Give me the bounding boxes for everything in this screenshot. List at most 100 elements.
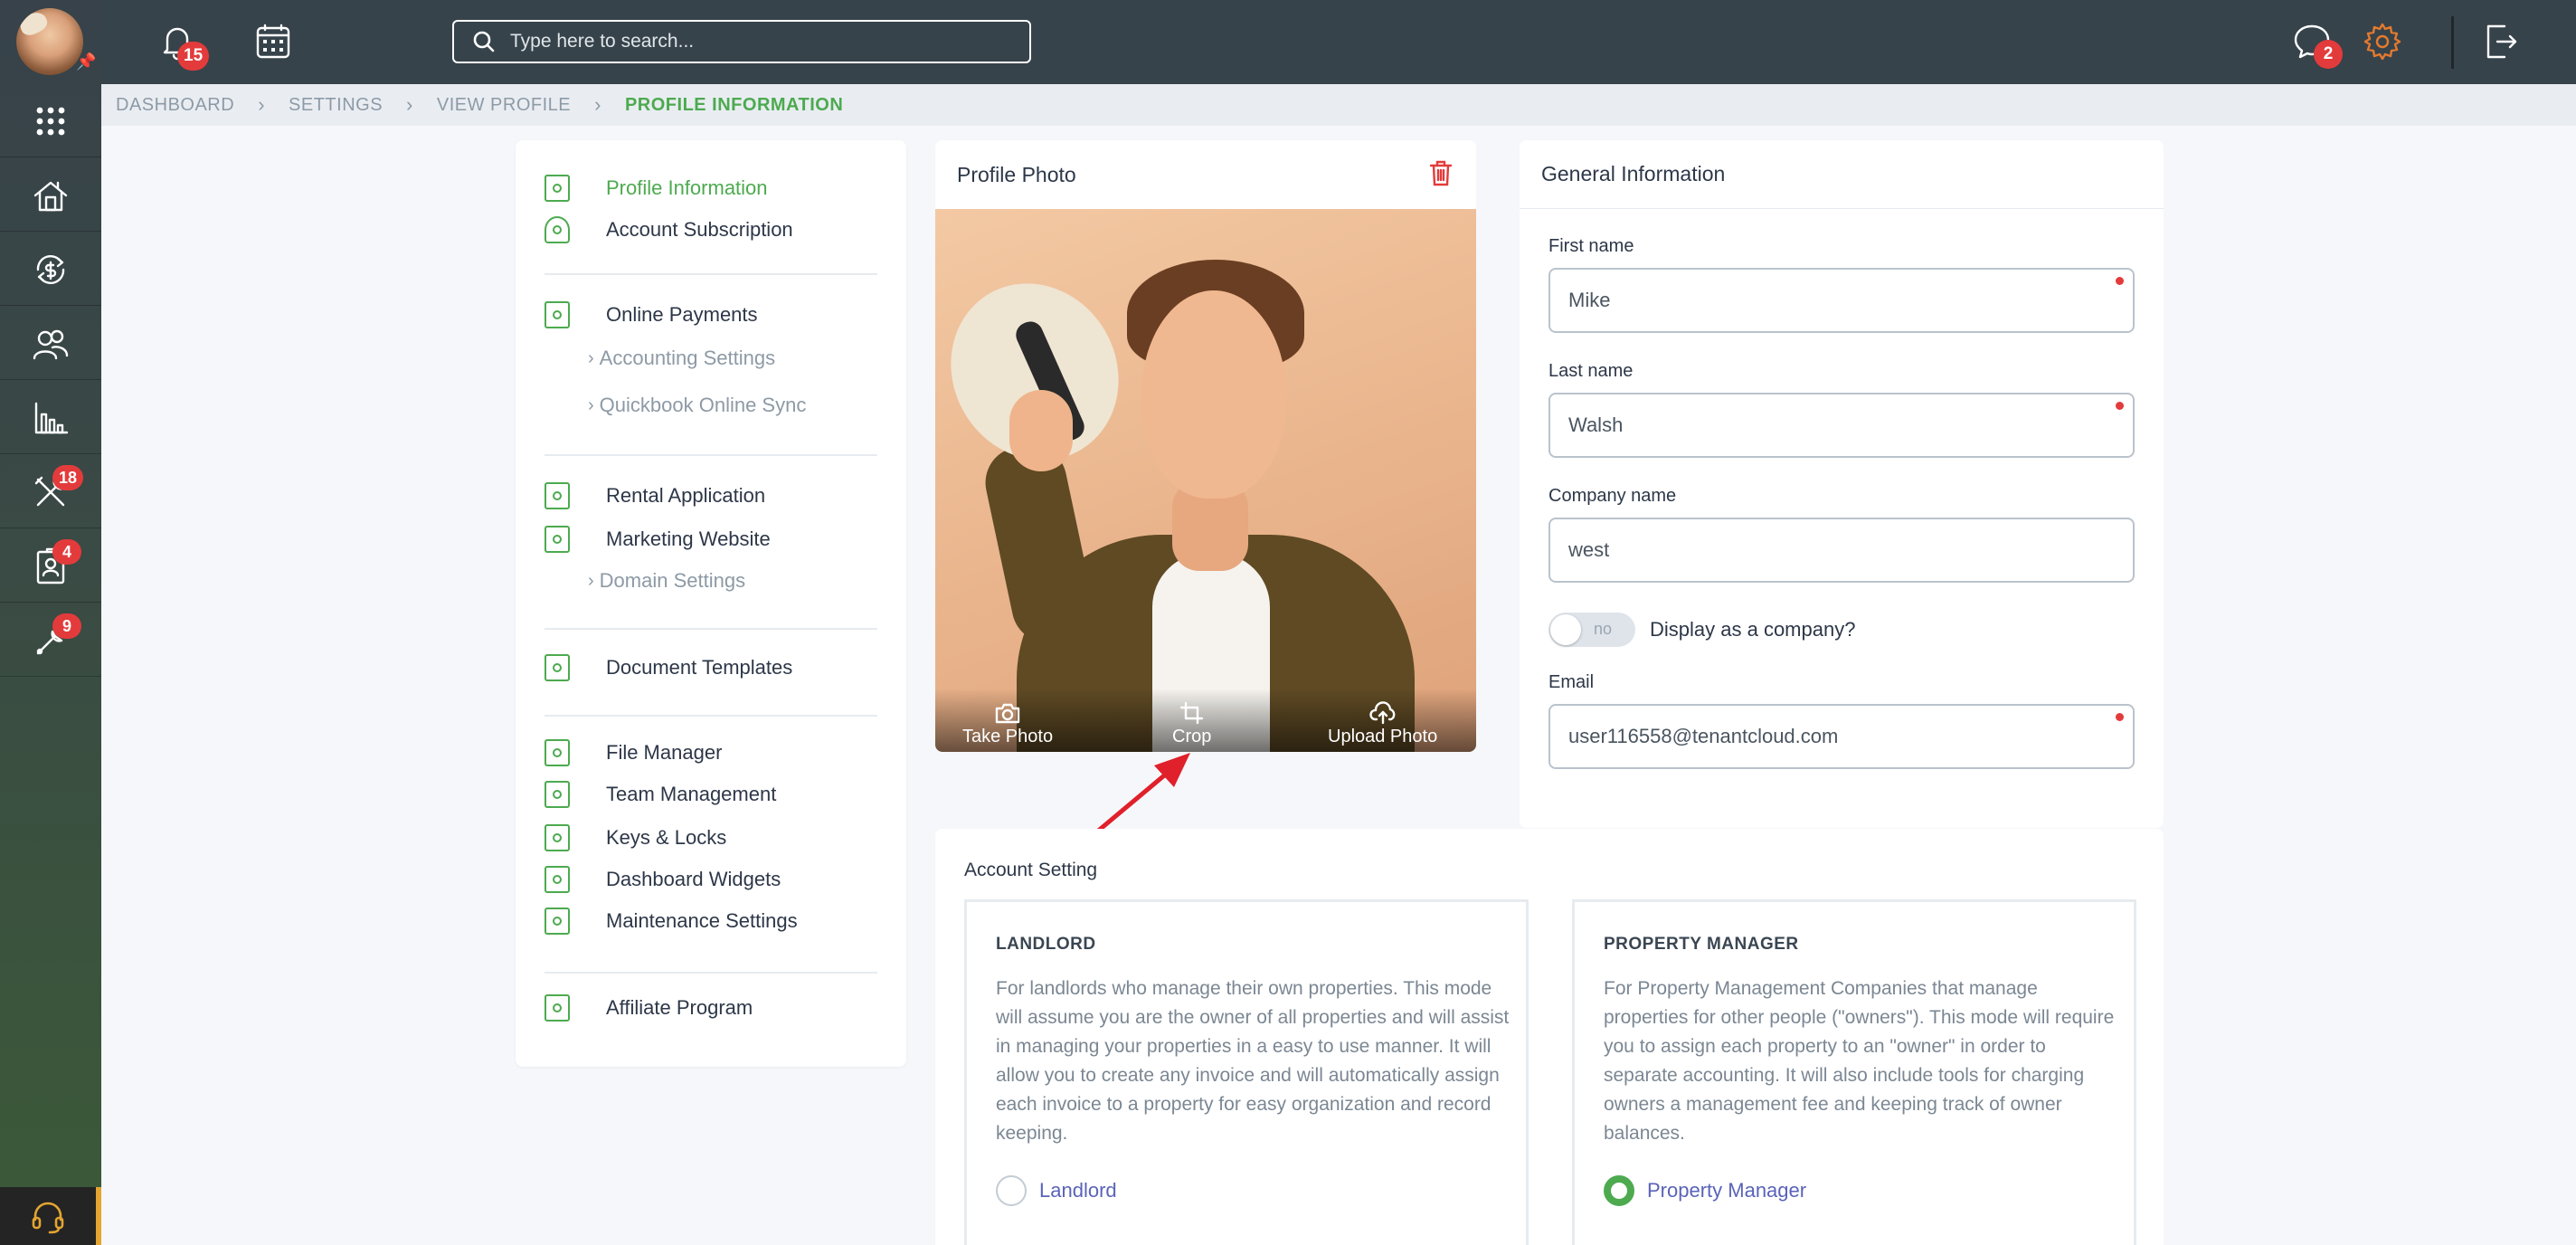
chevron-right-icon: › (588, 570, 594, 591)
menu-divider (545, 273, 877, 275)
account-setting-card: Account Setting LANDLORD For landlords w… (935, 829, 2164, 1245)
widgets-icon (545, 866, 570, 893)
first-name-field[interactable]: Mike (1548, 268, 2135, 333)
menu-quickbook-sync[interactable]: › Quickbook Online Sync (588, 389, 806, 422)
key-icon (545, 824, 570, 851)
money-cycle-icon (36, 254, 65, 284)
landlord-heading: LANDLORD (996, 935, 1096, 954)
last-name-field[interactable]: Walsh (1548, 393, 2135, 458)
chevron-right-icon: › (588, 347, 594, 368)
nav-maintenance[interactable]: 18 (0, 456, 101, 528)
menu-divider (545, 628, 877, 630)
menu-file-manager[interactable]: File Manager (545, 735, 722, 771)
delete-photo-button[interactable] (1427, 158, 1454, 192)
upload-photo-button[interactable]: Upload Photo (1328, 701, 1437, 747)
landlord-option[interactable]: LANDLORD For landlords who manage their … (964, 899, 1529, 1245)
company-name-label: Company name (1548, 486, 1677, 506)
house-icon (33, 181, 68, 211)
notifications-button[interactable]: 15 (152, 16, 210, 71)
logout-icon (2486, 24, 2517, 59)
nav-payments[interactable] (0, 233, 101, 306)
maintenance-badge: 18 (52, 465, 84, 490)
nav-reports[interactable] (0, 382, 101, 454)
payment-icon (545, 301, 570, 328)
settings-button[interactable] (2357, 16, 2408, 67)
nav-tenants[interactable]: 4 (0, 530, 101, 603)
logout-button[interactable] (2475, 16, 2525, 67)
menu-maintenance-settings[interactable]: Maintenance Settings (545, 903, 798, 939)
display-as-company-label: Display as a company? (1650, 618, 1856, 641)
last-name-label: Last name (1548, 361, 1634, 381)
gear-icon (2363, 23, 2401, 61)
crop-button[interactable]: Crop (1172, 701, 1211, 747)
menu-profile-information[interactable]: Profile Information (545, 170, 768, 206)
left-navigation: 📌 18 4 9 (0, 0, 101, 1245)
search-box[interactable] (452, 20, 1031, 63)
profile-photo-header: Profile Photo (935, 140, 1476, 209)
chevron-right-icon: › (594, 93, 601, 116)
maintenance-settings-icon (545, 908, 570, 935)
menu-domain-settings[interactable]: › Domain Settings (588, 565, 745, 597)
nav-people[interactable] (0, 308, 101, 380)
menu-divider (545, 972, 877, 974)
search-icon (473, 31, 495, 52)
menu-marketing-website[interactable]: Marketing Website (545, 521, 771, 557)
chevron-right-icon: › (588, 394, 594, 415)
profile-icon (545, 175, 570, 202)
cupcake-icon (545, 216, 570, 243)
breadcrumb: DASHBOARD › SETTINGS › VIEW PROFILE › PR… (101, 84, 2576, 126)
menu-dashboard-widgets[interactable]: Dashboard Widgets (545, 861, 781, 898)
profile-photo-card: Profile Photo Take Photo Crop Upload Pho… (935, 140, 1476, 752)
image-icon (545, 526, 570, 553)
general-information-card: General Information First name Mike Last… (1520, 140, 2164, 828)
chevron-right-icon: › (258, 93, 266, 116)
headset-icon (32, 1202, 64, 1234)
profile-photo-image: Take Photo Crop Upload Photo (935, 209, 1476, 752)
tenants-badge: 4 (52, 539, 81, 565)
nav-properties[interactable] (0, 159, 101, 232)
camera-icon (995, 703, 1020, 724)
menu-document-templates[interactable]: Document Templates (545, 650, 792, 686)
menu-team-management[interactable]: Team Management (545, 776, 776, 813)
trash-icon (1429, 160, 1453, 185)
company-name-field[interactable]: west (1548, 518, 2135, 583)
document-icon (545, 654, 570, 681)
menu-rental-application[interactable]: Rental Application (545, 478, 765, 514)
email-field[interactable]: user116558@tenantcloud.com (1548, 704, 2135, 769)
breadcrumb-view-profile[interactable]: VIEW PROFILE (437, 95, 571, 116)
folder-icon (545, 739, 570, 766)
nav-apps[interactable] (0, 85, 101, 157)
display-as-company-toggle[interactable]: no (1548, 613, 1635, 647)
toggle-knob (1550, 614, 1581, 645)
nav-tools[interactable]: 9 (0, 604, 101, 677)
landlord-radio[interactable]: Landlord (996, 1175, 1117, 1206)
first-name-label: First name (1548, 236, 1634, 256)
cloud-upload-icon (1368, 701, 1395, 725)
property-manager-option[interactable]: PROPERTY MANAGER For Property Management… (1572, 899, 2136, 1245)
search-input[interactable] (510, 31, 1017, 52)
breadcrumb-settings[interactable]: SETTINGS (289, 95, 383, 116)
bar-chart-icon (34, 402, 69, 433)
take-photo-button[interactable]: Take Photo (962, 701, 1053, 747)
property-manager-radio[interactable]: Property Manager (1604, 1175, 1806, 1206)
pin-icon[interactable]: 📌 (76, 52, 96, 71)
menu-affiliate-program[interactable]: Affiliate Program (545, 990, 753, 1026)
radio-checked-icon (1604, 1175, 1634, 1206)
chevron-right-icon: › (406, 93, 413, 116)
support-button[interactable] (0, 1187, 101, 1245)
breadcrumb-dashboard[interactable]: DASHBOARD (116, 95, 234, 116)
menu-keys-locks[interactable]: Keys & Locks (545, 820, 726, 856)
menu-online-payments[interactable]: Online Payments (545, 297, 758, 333)
application-icon (545, 482, 570, 509)
messages-button[interactable]: 2 (2287, 16, 2343, 69)
menu-account-subscription[interactable]: Account Subscription (545, 212, 793, 248)
profile-photo-title: Profile Photo (957, 162, 1076, 186)
calendar-button[interactable] (248, 16, 298, 67)
user-avatar[interactable] (16, 8, 83, 75)
menu-accounting-settings[interactable]: › Accounting Settings (588, 342, 775, 375)
radio-unchecked-icon (996, 1175, 1027, 1206)
notifications-badge: 15 (177, 42, 210, 71)
affiliate-icon (545, 994, 570, 1022)
photo-action-bar: Take Photo Crop Upload Photo (935, 689, 1476, 752)
account-setting-title: Account Setting (964, 860, 1098, 880)
